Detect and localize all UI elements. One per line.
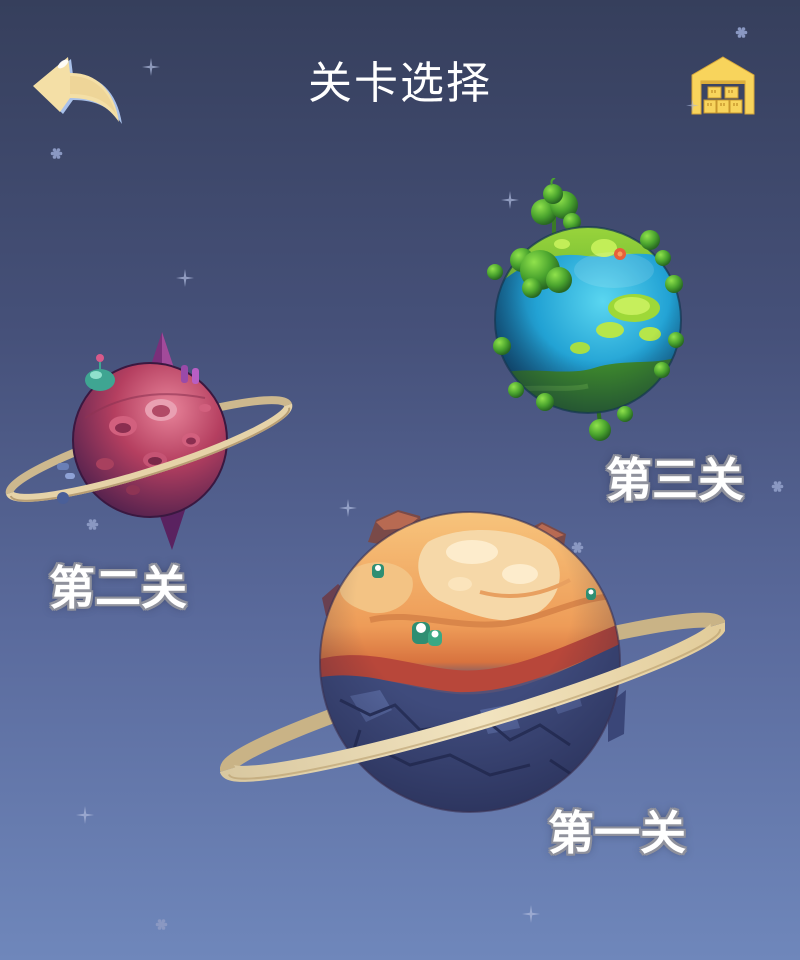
star-dot-icon [155,918,168,931]
warehouse-button[interactable] [690,54,756,116]
back-button[interactable] [26,54,124,126]
star-dot-icon [771,480,784,493]
page-title: 关卡选择 [308,58,492,109]
sparkle-icon [76,806,94,824]
sparkle-icon [522,905,540,923]
level-2-label[interactable]: 第二关 [38,558,198,618]
sparkle-icon [686,99,699,112]
tree-cluster [531,178,581,234]
level-3-planet[interactable] [482,178,697,450]
back-arrow-icon [33,57,122,124]
sparkle-icon [142,58,160,76]
star-dot-icon [735,26,748,39]
star-dot-icon [50,147,63,160]
green-ocean-planet-icon [487,178,684,441]
orange-ringed-planet-icon [220,510,725,813]
sparkle-icon [176,269,194,287]
level-1-planet[interactable] [220,500,725,830]
warehouse-icon [691,56,755,115]
level-1-label[interactable]: 第一关 [537,803,697,863]
